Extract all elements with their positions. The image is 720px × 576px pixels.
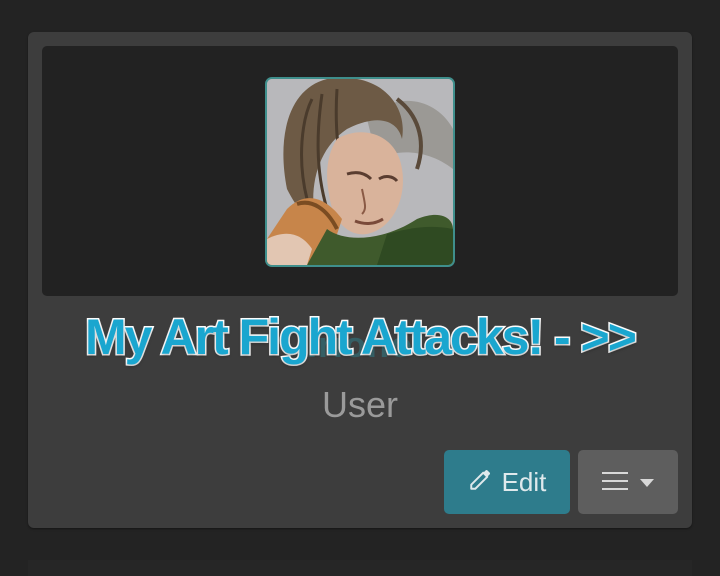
hamburger-icon	[602, 471, 628, 494]
profile-role: User	[321, 384, 398, 425]
caret-down-icon	[640, 475, 654, 490]
overlay-title: My Art Fight Attacks! - >>	[84, 308, 639, 367]
avatar[interactable]	[265, 77, 455, 267]
menu-dropdown-button[interactable]	[578, 450, 678, 514]
profile-card: Iriono My Art Fight Attacks! - >> User E…	[28, 32, 692, 528]
profile-banner	[42, 46, 678, 296]
edit-button-label: Edit	[501, 466, 547, 497]
edit-button[interactable]: Edit	[444, 450, 570, 514]
next-card-edge	[28, 560, 692, 576]
pencil-icon	[468, 466, 494, 499]
avatar-image	[267, 79, 453, 265]
